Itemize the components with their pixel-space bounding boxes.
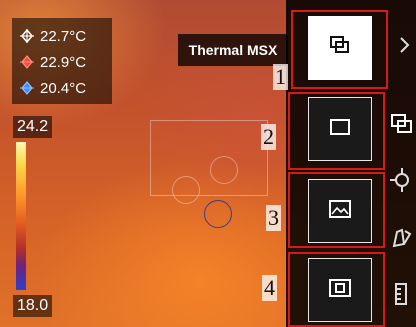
temperature-scale-bar xyxy=(16,142,26,290)
annotation-number-2: 2 xyxy=(261,124,276,150)
annotation-box-3 xyxy=(288,172,385,248)
min-temp-row: 20.4°C xyxy=(12,76,112,100)
crosshair-spot-icon xyxy=(20,28,34,44)
annotation-number-3: 3 xyxy=(266,205,281,231)
max-temp-row: 22.9°C xyxy=(12,50,112,74)
center-temp-value: 22.7°C xyxy=(40,27,87,45)
ruler-icon[interactable] xyxy=(390,282,414,306)
mode-tooltip: Thermal MSX xyxy=(178,34,288,66)
annotation-number-1: 1 xyxy=(273,64,288,90)
thermal-object-circle xyxy=(172,176,200,204)
chevron-right-icon[interactable] xyxy=(397,36,411,54)
palette-icon[interactable] xyxy=(390,226,414,250)
annotation-box-1 xyxy=(291,10,388,89)
scale-max-label: 24.2 xyxy=(13,116,53,138)
thermal-object-outline xyxy=(150,120,268,196)
center-temp-row: 22.7°C xyxy=(12,24,112,48)
layers-icon[interactable] xyxy=(390,112,414,136)
thermal-object-circle xyxy=(210,156,238,184)
hot-spot-icon xyxy=(20,55,34,69)
cold-spot-icon xyxy=(20,81,34,95)
annotation-number-4: 4 xyxy=(262,275,277,301)
crosshair-icon[interactable] xyxy=(390,168,414,192)
annotation-box-2 xyxy=(288,92,385,170)
temperature-readout: 22.7°C 22.9°C 20.4°C xyxy=(12,18,112,104)
min-temp-value: 20.4°C xyxy=(40,79,87,97)
scale-min-label: 18.0 xyxy=(13,295,53,317)
thermal-object-circle xyxy=(204,200,232,228)
annotation-box-4 xyxy=(288,252,385,327)
max-temp-value: 22.9°C xyxy=(40,53,87,71)
